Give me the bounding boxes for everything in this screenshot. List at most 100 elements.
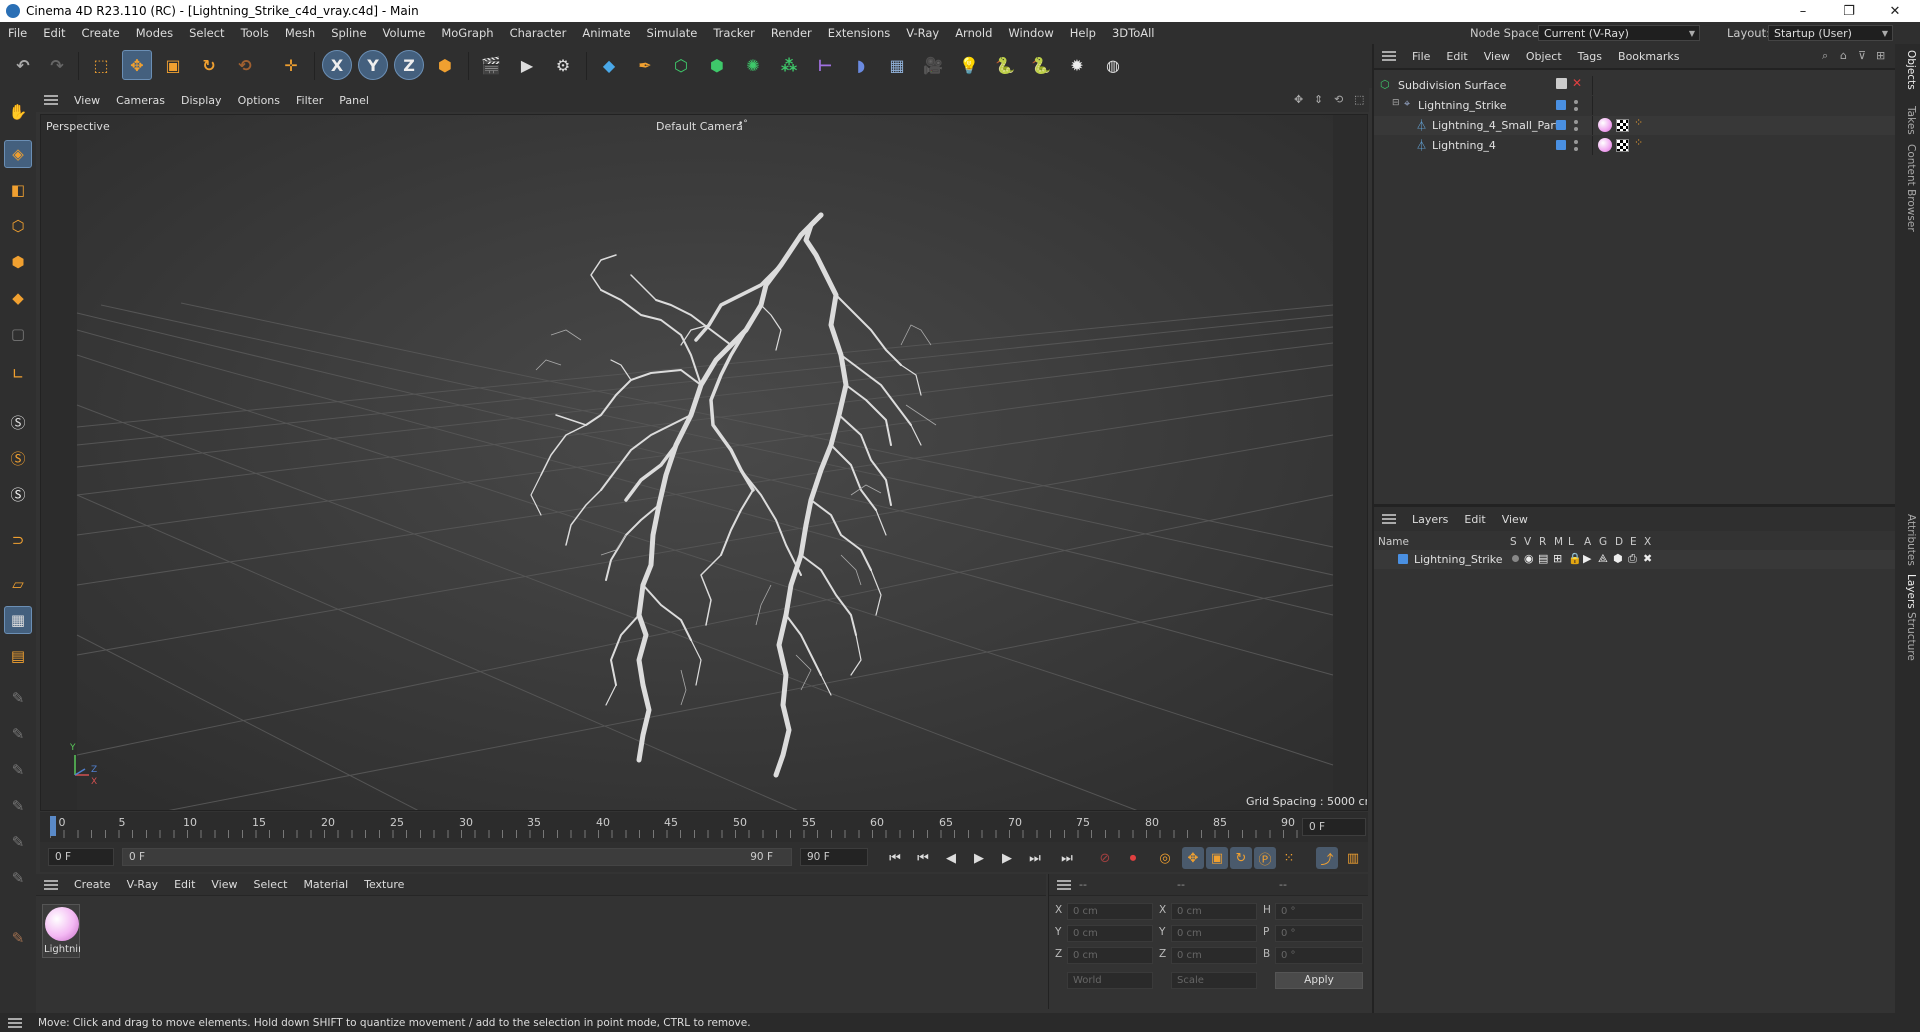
objects-menu-object[interactable]: Object [1518, 50, 1570, 63]
layout-select[interactable]: Startup (User) ▼ [1768, 25, 1893, 41]
coordinate-system-icon[interactable]: ⬢ [430, 50, 460, 80]
end-frame-field[interactable]: 90 F [800, 848, 868, 866]
layer-color-swatch[interactable] [1556, 100, 1566, 110]
menu-character[interactable]: Character [502, 26, 575, 40]
previous-frame-icon[interactable]: ◀ [940, 847, 962, 869]
z-axis-lock-button[interactable]: Z [394, 50, 424, 80]
next-key-icon[interactable]: ⏭ [1024, 847, 1046, 869]
uv-mode-icon[interactable]: ▢ [4, 320, 32, 348]
previous-key-icon[interactable]: ⏮ [912, 847, 934, 869]
animation-icon[interactable]: ▶ [1583, 552, 1591, 565]
lock-icon[interactable]: 🔒 [1568, 552, 1582, 565]
uvw-tag-icon[interactable] [1616, 119, 1629, 132]
key-pla-icon[interactable]: ⁙ [1278, 847, 1300, 869]
position-x-field[interactable]: 0 cm [1067, 903, 1153, 920]
globe-icon[interactable]: ◍ [1098, 50, 1128, 80]
locked-workplane-icon[interactable]: ▤ [4, 642, 32, 670]
coord-mode-select[interactable]: World [1067, 972, 1153, 989]
pan-view-icon[interactable]: ✥ [1294, 93, 1303, 106]
phong-tag-icon[interactable]: ⁘ [1634, 116, 1643, 129]
collapse-icon[interactable]: ⊟ [1392, 98, 1400, 108]
x-axis-lock-button[interactable]: X [322, 50, 352, 80]
layers-menu-layers[interactable]: Layers [1404, 513, 1456, 526]
menu-select[interactable]: Select [181, 26, 232, 40]
object-row-subdivision-surface[interactable]: ⬡ Subdivision Surface ✕ [1374, 76, 1897, 95]
cube-icon[interactable]: ◆ [594, 50, 624, 80]
mograph-icon[interactable]: ⁂ [774, 50, 804, 80]
minimize-button[interactable]: – [1780, 0, 1826, 22]
material-menu-material[interactable]: Material [295, 878, 356, 891]
go-to-end-icon[interactable]: ⏭ [1056, 847, 1078, 869]
next-frame-icon[interactable]: ▶ [996, 847, 1018, 869]
menu-arnold[interactable]: Arnold [947, 26, 1000, 40]
key-position-icon[interactable]: ✥ [1182, 847, 1204, 869]
expressions-icon[interactable]: ⎙ [1628, 552, 1637, 566]
layers-menu-edit[interactable]: Edit [1456, 513, 1493, 526]
tab-content-browser[interactable]: Content Browser [1897, 144, 1917, 232]
viewport-menu-cameras[interactable]: Cameras [108, 94, 173, 107]
hamburger-icon[interactable] [1057, 879, 1071, 890]
camera-name[interactable]: Default Camera [656, 120, 743, 133]
extrude-icon[interactable]: ⬢ [702, 50, 732, 80]
viewport-menu-panel[interactable]: Panel [331, 94, 377, 107]
eye-icon[interactable]: ◉ [1524, 552, 1534, 565]
position-z-field[interactable]: 0 cm [1067, 947, 1153, 964]
generators-icon[interactable]: ⟁ [1598, 552, 1608, 566]
object-row-lightning-4-small-parts[interactable]: ⏃ Lightning_4_Small_Parts ⁘ [1374, 116, 1897, 135]
disable-icon[interactable]: ✕ [1572, 76, 1582, 90]
live-selection-icon[interactable]: ⬚ [86, 50, 116, 80]
menu-tracker[interactable]: Tracker [705, 26, 763, 40]
object-row-lightning-4[interactable]: ⏃ Lightning_4 ⁘ [1374, 136, 1897, 155]
visibility-dot[interactable] [1574, 140, 1578, 144]
polygons-mode-icon[interactable]: ◆ [4, 284, 32, 312]
sculpt-brush-icon[interactable]: ✎ [4, 684, 32, 712]
new-window-icon[interactable]: ⊞ [1876, 49, 1885, 62]
viewport-menu-display[interactable]: Display [173, 94, 230, 107]
key-rotation-icon[interactable]: ↻ [1230, 847, 1252, 869]
menu-vray[interactable]: V-Ray [898, 26, 947, 40]
objects-menu-edit[interactable]: Edit [1438, 50, 1475, 63]
pose-brush-icon[interactable]: ✎ [4, 924, 32, 952]
hamburger-icon[interactable] [44, 95, 58, 105]
playhead[interactable] [50, 816, 56, 836]
edges-mode-icon[interactable]: ⬢ [4, 248, 32, 276]
menu-animate[interactable]: Animate [574, 26, 638, 40]
render-dot[interactable] [1574, 127, 1578, 131]
home-icon[interactable]: ⌂ [1840, 49, 1847, 62]
menu-3dtoall[interactable]: 3DToAll [1104, 26, 1163, 40]
subdivision-surface-icon[interactable]: ⬡ [666, 50, 696, 80]
current-frame-field[interactable]: 0 F [1302, 818, 1366, 836]
material-menu-select[interactable]: Select [246, 878, 296, 891]
viewport-menu-filter[interactable]: Filter [288, 94, 331, 107]
hamburger-icon[interactable] [1382, 514, 1396, 524]
key-parameter-icon[interactable]: Ⓟ [1254, 847, 1276, 869]
viewport-menu-view[interactable]: View [66, 94, 108, 107]
layer-color-swatch[interactable] [1556, 120, 1566, 130]
workplane-icon[interactable]: ▱ [4, 570, 32, 598]
play-icon[interactable]: ▶ [968, 847, 990, 869]
tab-attributes[interactable]: Attributes [1897, 514, 1917, 566]
add-brush-icon[interactable]: ✎ [4, 828, 32, 856]
undo-icon[interactable]: ↶ [8, 50, 38, 80]
menu-volume[interactable]: Volume [375, 26, 434, 40]
floor-icon[interactable]: ▦ [882, 50, 912, 80]
apply-button[interactable]: Apply [1275, 972, 1363, 989]
frame-range-slider[interactable]: 0 F 90 F [122, 848, 792, 866]
maximize-button[interactable]: ❐ [1826, 0, 1872, 22]
menu-edit[interactable]: Edit [35, 26, 73, 40]
erase-brush-icon[interactable]: ✎ [4, 864, 32, 892]
solo-icon[interactable] [1512, 555, 1519, 562]
hamburger-icon[interactable] [44, 879, 58, 890]
material-thumbnail[interactable]: Lightning [42, 904, 80, 958]
node-space-select[interactable]: Current (V-Ray) ▼ [1538, 25, 1700, 41]
field-icon[interactable]: ◗ [846, 50, 876, 80]
rotation-b-field[interactable]: 0 ° [1275, 947, 1363, 964]
deformer-icon[interactable]: ⊢ [810, 50, 840, 80]
y-axis-lock-button[interactable]: Y [358, 50, 388, 80]
snap-enable-icon[interactable]: Ⓢ [4, 480, 32, 508]
smooth-brush-icon[interactable]: ✎ [4, 792, 32, 820]
autokey-icon[interactable]: ⏺ [1122, 847, 1144, 869]
gear-icon[interactable]: ✹ [1062, 50, 1092, 80]
magnet-icon[interactable]: ⊃ [4, 526, 32, 554]
redo-icon[interactable]: ↷ [42, 50, 72, 80]
